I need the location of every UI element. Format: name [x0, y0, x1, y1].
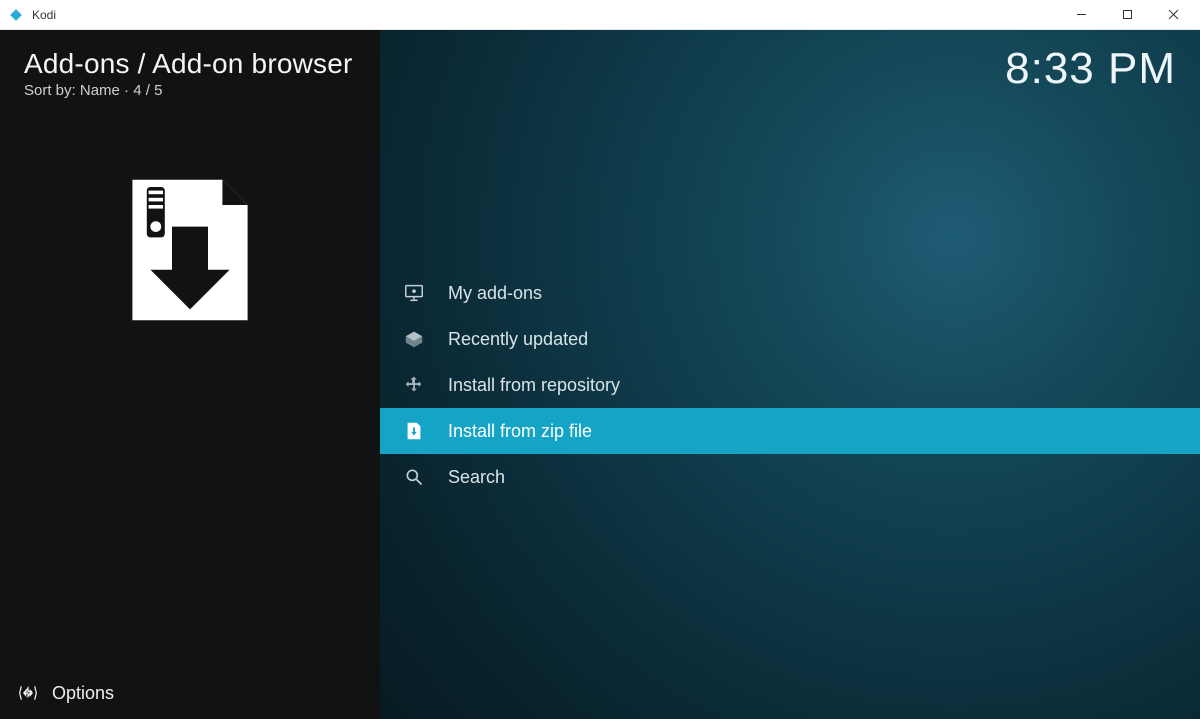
list-position: 4 / 5 [133, 82, 162, 99]
main-panel: 8:33 PM My add-ons [380, 30, 1200, 719]
window-buttons [1058, 0, 1196, 29]
zip-install-icon [402, 419, 426, 443]
options-icon [18, 683, 38, 703]
window-title: Kodi [32, 8, 1058, 22]
sort-info: Sort by: Name · 4 / 5 [24, 82, 356, 99]
menu-item-search[interactable]: Search [380, 454, 1200, 500]
menu-item-label: My add-ons [448, 283, 542, 304]
content-area: Add-ons / Add-on browser Sort by: Name ·… [0, 30, 1200, 719]
menu-item-label: Install from zip file [448, 421, 592, 442]
sidebar-feature-icon [0, 169, 380, 349]
sidebar: Add-ons / Add-on browser Sort by: Name ·… [0, 30, 380, 719]
menu-item-recently-updated[interactable]: Recently updated [380, 316, 1200, 362]
menu-item-label: Recently updated [448, 329, 588, 350]
sidebar-header: Add-ons / Add-on browser Sort by: Name ·… [0, 30, 380, 99]
options-label: Options [52, 683, 114, 704]
kodi-logo-icon [8, 7, 24, 23]
breadcrumb: Add-ons / Add-on browser [24, 48, 356, 80]
menu-item-label: Search [448, 467, 505, 488]
sort-label: Sort by: [24, 82, 76, 99]
maximize-button[interactable] [1104, 0, 1150, 29]
menu-list: My add-ons Recently updated [380, 270, 1200, 500]
sort-value: Name [80, 82, 120, 99]
clock: 8:33 PM [1005, 44, 1176, 94]
titlebar: Kodi [0, 0, 1200, 30]
open-box-icon [402, 327, 426, 351]
sidebar-footer[interactable]: Options [0, 667, 380, 719]
menu-item-my-addons[interactable]: My add-ons [380, 270, 1200, 316]
zip-download-icon [100, 169, 280, 349]
menu-item-install-zip[interactable]: Install from zip file [380, 408, 1200, 454]
menu-item-install-repository[interactable]: Install from repository [380, 362, 1200, 408]
app-window: Kodi Add-ons / Add-on browser Sort by: N… [0, 0, 1200, 719]
menu-item-label: Install from repository [448, 375, 620, 396]
minimize-button[interactable] [1058, 0, 1104, 29]
repository-icon [402, 373, 426, 397]
monitor-addon-icon [402, 281, 426, 305]
close-button[interactable] [1150, 0, 1196, 29]
search-icon [402, 465, 426, 489]
